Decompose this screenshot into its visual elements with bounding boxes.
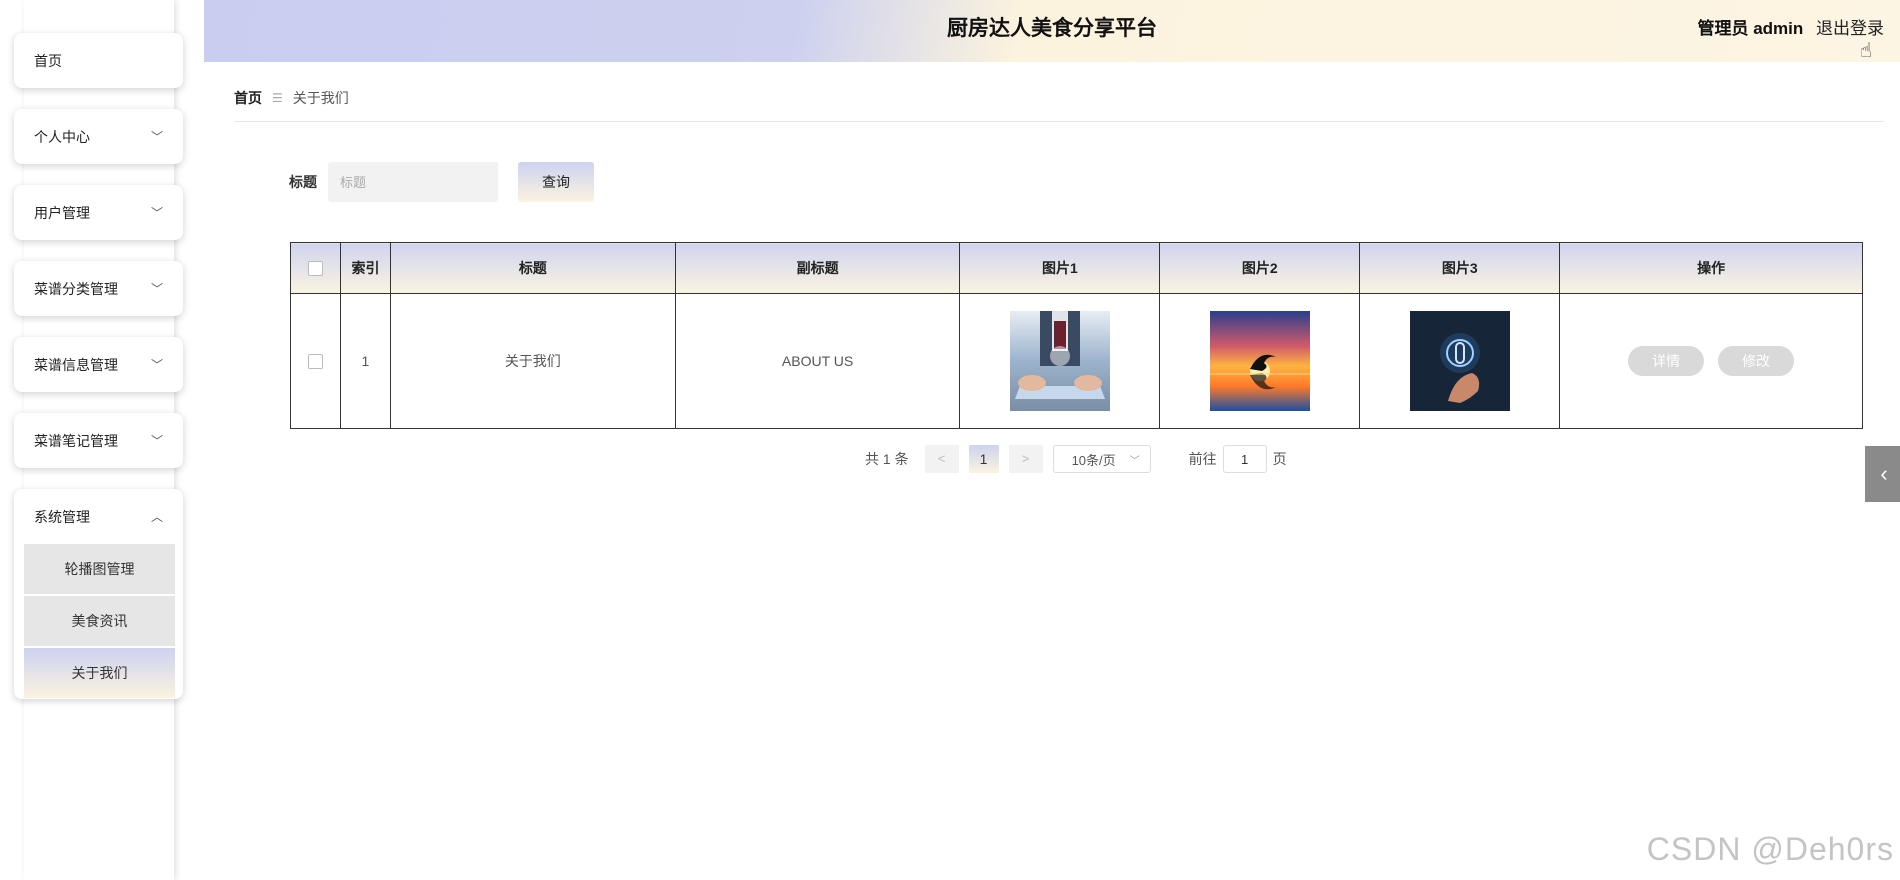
- next-page-button[interactable]: >: [1008, 445, 1043, 473]
- column-header-image1: 图片1: [959, 242, 1161, 294]
- sidebar-item-home[interactable]: 首页: [14, 33, 183, 88]
- column-header-title: 标题: [389, 242, 676, 294]
- site-title: 厨房达人美食分享平台: [947, 17, 1157, 40]
- row-select-cell: [290, 293, 341, 429]
- search-title-input[interactable]: [328, 162, 498, 202]
- row-checkbox[interactable]: [307, 354, 323, 370]
- sidebar-item-label: 菜谱笔记管理: [34, 432, 118, 449]
- column-header-subtitle: 副标题: [674, 242, 961, 294]
- chevron-up-icon: ︿: [150, 510, 163, 524]
- breadcrumb-current: 关于我们: [292, 90, 349, 106]
- sidebar-subitem-about-us[interactable]: 关于我们: [24, 648, 175, 698]
- page-size-value: 10条/页: [1071, 452, 1116, 468]
- image1-thumbnail[interactable]: [1009, 311, 1110, 411]
- goto-label: 前往: [1188, 451, 1217, 467]
- select-all-checkbox[interactable]: [307, 261, 323, 277]
- row-image3-cell: [1359, 293, 1561, 429]
- sidebar-item-recipe-notes[interactable]: 菜谱笔记管理 ﹀: [14, 413, 183, 468]
- row-title: 关于我们: [389, 293, 676, 429]
- chevron-down-icon: ﹀: [1129, 455, 1140, 467]
- row-subtitle: ABOUT US: [674, 293, 961, 429]
- pagination: 共 1 条 < 1 > 10条/页 ﹀ 前往 页: [865, 445, 1287, 473]
- breadcrumb-separator-icon: ☰: [272, 91, 283, 105]
- row-image2-cell: [1159, 293, 1361, 429]
- column-header-image3: 图片3: [1359, 242, 1561, 294]
- breadcrumb: 首页 ☰ 关于我们: [234, 88, 349, 108]
- sidebar-item-user-management[interactable]: 用户管理 ﹀: [14, 185, 183, 240]
- image3-thumbnail[interactable]: [1409, 311, 1510, 411]
- edit-button[interactable]: 修改: [1718, 346, 1795, 376]
- detail-button[interactable]: 详情: [1628, 346, 1705, 376]
- sidebar-item-label: 首页: [34, 52, 62, 69]
- chevron-down-icon: ﹀: [150, 434, 163, 448]
- table-header-row: 索引 标题 副标题 图片1 图片2 图片3 操作: [290, 242, 1863, 294]
- row-index: 1: [339, 293, 391, 429]
- top-header: 厨房达人美食分享平台 管理员 admin 退出登录 ☝: [204, 0, 1900, 62]
- data-table: 索引 标题 副标题 图片1 图片2 图片3 操作 1 关于我们 ABOUT US: [290, 242, 1863, 429]
- query-button[interactable]: 查询: [518, 162, 594, 202]
- sidebar-item-system-management[interactable]: 系统管理 ︿: [14, 489, 183, 544]
- hand-cursor-icon: ☝: [1859, 40, 1872, 62]
- breadcrumb-home[interactable]: 首页: [234, 88, 262, 108]
- sidebar-item-label: 用户管理: [34, 204, 90, 221]
- sidebar-item-label: 菜谱信息管理: [34, 356, 118, 373]
- sidebar-subitem-label: 轮播图管理: [64, 561, 135, 577]
- chevron-left-icon: ‹: [1880, 461, 1888, 486]
- sidebar-subitem-label: 关于我们: [71, 665, 128, 681]
- table-row: 1 关于我们 ABOUT US 详情 修改: [290, 293, 1863, 429]
- column-header-actions: 操作: [1559, 242, 1863, 294]
- column-header-index: 索引: [339, 242, 391, 294]
- chevron-down-icon: ﹀: [150, 282, 163, 296]
- chevron-down-icon: ﹀: [150, 206, 163, 220]
- pagination-total: 共 1 条: [865, 451, 909, 467]
- logout-link[interactable]: 退出登录: [1816, 19, 1884, 38]
- goto-page-input[interactable]: [1222, 445, 1267, 473]
- page-size-select[interactable]: 10条/页 ﹀: [1052, 445, 1151, 473]
- sidebar-item-personal-center[interactable]: 个人中心 ﹀: [14, 109, 183, 164]
- select-all-header: [290, 242, 341, 294]
- row-actions-cell: 详情 修改: [1559, 293, 1863, 429]
- chevron-down-icon: ﹀: [150, 130, 163, 144]
- user-area: 管理员 admin 退出登录: [1697, 0, 1884, 58]
- sidebar-subitem-label: 美食资讯: [71, 613, 128, 629]
- sidebar-item-recipe-category[interactable]: 菜谱分类管理 ﹀: [14, 261, 183, 316]
- column-header-image2: 图片2: [1159, 242, 1361, 294]
- breadcrumb-divider: [234, 121, 1884, 122]
- sidebar-group-system: 系统管理 ︿ 轮播图管理 美食资讯 关于我们: [14, 489, 183, 699]
- collapse-toggle-button[interactable]: ‹: [1865, 446, 1900, 502]
- watermark: CSDN @Deh0rs: [1646, 831, 1894, 867]
- sidebar-subitem-carousel[interactable]: 轮播图管理: [24, 544, 175, 594]
- goto-suffix: 页: [1272, 451, 1287, 467]
- sidebar-subitem-food-news[interactable]: 美食资讯: [24, 596, 175, 646]
- row-image1-cell: [959, 293, 1161, 429]
- sidebar-item-label: 菜谱分类管理: [34, 280, 118, 297]
- sidebar-item-recipe-info[interactable]: 菜谱信息管理 ﹀: [14, 337, 183, 392]
- image2-thumbnail[interactable]: [1209, 311, 1310, 411]
- sidebar-item-label: 个人中心: [34, 128, 90, 145]
- admin-user-label: 管理员 admin: [1697, 19, 1804, 38]
- chevron-down-icon: ﹀: [150, 358, 163, 372]
- page-number-current[interactable]: 1: [968, 445, 999, 473]
- search-title-label: 标题: [289, 174, 317, 190]
- sidebar-item-label: 系统管理: [34, 508, 90, 525]
- prev-page-button[interactable]: <: [924, 445, 959, 473]
